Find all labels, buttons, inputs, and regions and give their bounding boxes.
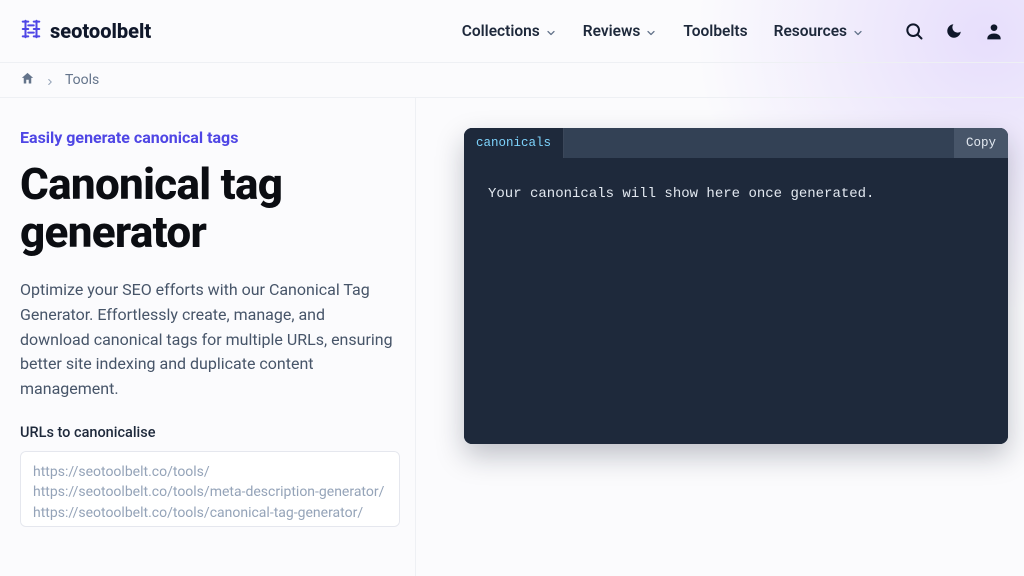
search-icon[interactable] (904, 21, 924, 41)
nav-label: Reviews (583, 22, 641, 40)
chevron-down-icon (645, 25, 657, 37)
output-column: canonicals Copy Your canonicals will sho… (416, 98, 1024, 576)
breadcrumb-current[interactable]: Tools (65, 72, 99, 88)
page-title: Canonical tag generator (20, 161, 395, 256)
nav-collections[interactable]: Collections (462, 22, 557, 40)
urls-label: URLs to canonicalise (20, 424, 395, 441)
output-panel: canonicals Copy Your canonicals will sho… (464, 128, 1008, 444)
eyebrow: Easily generate canonical tags (20, 128, 395, 147)
home-icon[interactable] (20, 71, 35, 90)
nav-label: Toolbelts (683, 22, 747, 40)
brand-logo-icon (20, 18, 42, 45)
copy-button[interactable]: Copy (954, 128, 1008, 158)
header-actions (904, 21, 1004, 41)
tab-label: canonicals (476, 136, 551, 150)
tab-canonicals[interactable]: canonicals (464, 128, 564, 158)
nav-reviews[interactable]: Reviews (583, 22, 658, 40)
output-tabs: canonicals Copy (464, 128, 1008, 158)
nav-resources[interactable]: Resources (774, 22, 864, 40)
main-nav: Collections Reviews Toolbelts Resources (462, 22, 864, 40)
chevron-right-icon (45, 75, 55, 85)
nav-label: Collections (462, 22, 540, 40)
chevron-down-icon (852, 25, 864, 37)
nav-label: Resources (774, 22, 847, 40)
copy-label: Copy (966, 136, 996, 150)
content-column: Easily generate canonical tags Canonical… (0, 98, 416, 576)
dark-mode-icon[interactable] (944, 21, 964, 41)
output-body: Your canonicals will show here once gene… (464, 158, 1008, 444)
output-empty-message: Your canonicals will show here once gene… (488, 186, 874, 202)
brand-logo[interactable]: seotoolbelt (20, 18, 151, 45)
chevron-down-icon (545, 25, 557, 37)
brand-name: seotoolbelt (50, 19, 151, 43)
breadcrumb: Tools (0, 62, 1024, 98)
site-header: seotoolbelt Collections Reviews Toolbelt… (0, 0, 1024, 62)
account-icon[interactable] (984, 21, 1004, 41)
urls-input[interactable] (20, 451, 400, 527)
nav-toolbelts[interactable]: Toolbelts (683, 22, 747, 40)
page-description: Optimize your SEO efforts with our Canon… (20, 278, 395, 402)
